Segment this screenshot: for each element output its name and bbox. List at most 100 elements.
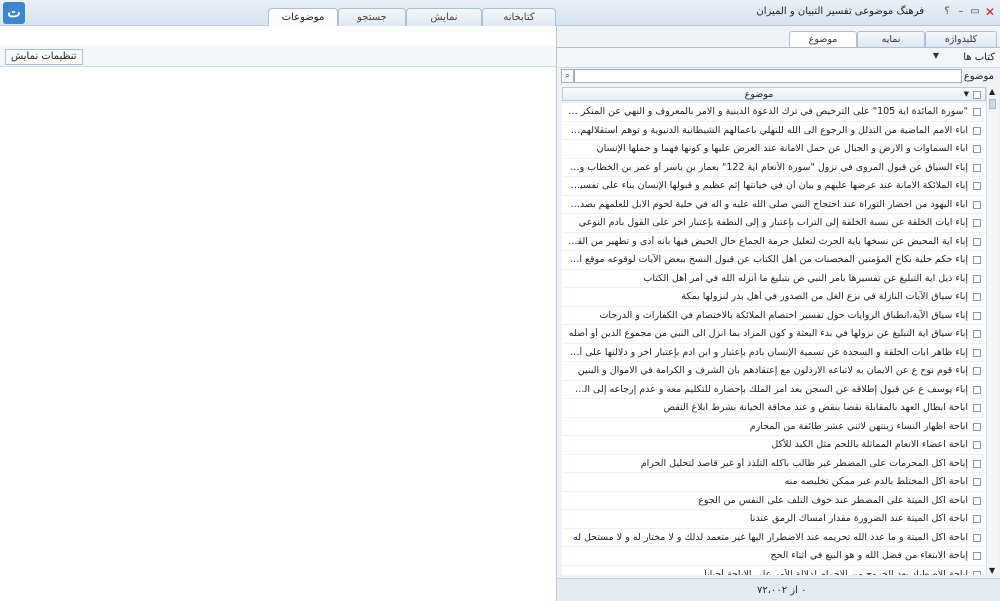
topic-row[interactable]: إباء حكم حلية نكاح المؤمنين المحصنات من … [562,251,986,270]
topic-label: اباحة اظهار النساء زينتهن لاثني عشر طائف… [749,420,968,432]
topic-checkbox[interactable] [973,552,981,560]
topic-row[interactable]: اباحة اكل الميتة و ما عدد الله تحريمه عن… [562,529,986,547]
topic-label: إباء سياق آية التبليغ عن نزولها في بدء ا… [568,328,968,339]
topic-checkbox[interactable] [973,515,981,523]
topic-row[interactable]: إباء السياق عن قبول المروى في نزول "سورة… [562,159,986,177]
app-logo-icon: ت [3,2,25,24]
topic-checkbox[interactable] [973,256,981,264]
topic-row[interactable]: إباء يوسف ع عن قبول إطلاقه عن السجن بعد … [562,381,986,399]
topic-label: إباحة اكل المحرمات على المضطر غير طالب ب… [640,457,968,469]
topic-label: اباحة اكل الميتة على المضطر عند خوف التل… [698,494,968,506]
topic-checkbox[interactable] [973,404,981,412]
sort-arrow-icon[interactable]: ▼ [964,90,969,98]
topic-checkbox[interactable] [973,385,981,394]
topic-checkbox[interactable] [973,293,981,301]
topic-label: اباحة اعضاء الانعام المماثلة باللحم مثل … [771,439,968,450]
list-scrollbar[interactable]: ▲ ▼ [986,87,998,575]
tab-topics[interactable]: موضوعات [268,8,338,28]
topic-label: اباحة اكل الميتة عند الضرورة مقدار امساك… [749,513,968,524]
topic-checkbox[interactable] [973,126,981,135]
topic-row[interactable]: إباحة اكل المحرمات على المضطر غير طالب ب… [562,455,986,473]
status-bar: ۰ از ۷۲،۰۰۲ [557,578,1000,601]
search-icon[interactable]: ⌕ [561,69,574,83]
tab-library[interactable]: کتابخانه [482,8,556,27]
topic-label: إباء الملائكة الامانة عند عرضها عليهم و … [568,180,968,191]
topic-checkbox[interactable] [973,570,981,575]
topic-row[interactable]: اباحة اكل المختلط بالدم غير ممكن تخليصه … [562,473,986,492]
select-all-checkbox[interactable] [973,91,981,99]
help-button[interactable]: ؟ [940,4,954,20]
title-bar: ت موضوعات جستجو نمایش کتابخانه فرهنگ موض… [0,0,1000,28]
close-button[interactable]: ✕ [983,4,997,20]
topic-label: إباء ظاهر آيات الخلقة و السجدة عن تسمية … [568,346,968,358]
topic-label: اباء اليهود من احضار التوراة عند احتجاج … [568,198,968,210]
topic-row[interactable]: إباء قوم نوح ع عن الايمان به لاتباعه الا… [562,362,986,381]
topic-row[interactable]: اباحة الاصطياد بعد الخروج من الاحرام لدل… [562,566,986,575]
display-settings-button[interactable]: تنظیمات نمایش [5,49,83,65]
content-toolbar [0,46,556,67]
topic-row[interactable]: إباء سياق آية التبليغ عن نزولها في بدء ا… [562,325,986,344]
topic-checkbox[interactable] [973,422,981,431]
topic-search-input[interactable] [574,69,962,83]
topic-row[interactable]: اباء الامم الماضية من التذلل و الرجوع ال… [562,122,986,140]
topic-label: إباء آية المحيض عن نسخها بآية الحرث لتعل… [568,235,968,247]
topic-row[interactable]: اباحة اظهار النساء زينتهن لاثني عشر طائف… [562,418,986,436]
topic-row[interactable]: إباء سياق الآيات النازلة في نزع الغل من … [562,288,986,307]
topic-checkbox[interactable] [973,274,981,283]
topic-label: اباحة اكل الميتة و ما عدد الله تحريمه عن… [572,531,968,543]
topic-checkbox[interactable] [973,330,981,338]
topic-checkbox[interactable] [973,348,981,357]
tab-display[interactable]: نمایش [406,8,482,27]
topic-row[interactable]: إباحة الابتغاء من فضل الله و هو البيع في… [562,547,986,566]
topic-label: إباء السياق عن قبول المروى في نزول "سورة… [568,161,968,173]
topic-row[interactable]: اباحة اكل الميتة عند الضرورة مقدار امساك… [562,510,986,529]
restore-button[interactable]: ▭ [968,4,982,20]
topic-checkbox[interactable] [973,367,981,375]
scroll-down-icon[interactable]: ▼ [989,566,995,575]
topic-checkbox[interactable] [973,163,981,172]
topic-checkbox[interactable] [973,200,981,209]
topic-row[interactable]: اباحة ابطال العهد بالمقابلة نقضا بنقض و … [562,399,986,418]
topic-checkbox[interactable] [973,459,981,468]
tab-search[interactable]: جستجو [338,8,406,27]
subtab-keyword[interactable]: کلیدواژه [925,31,997,47]
topic-checkbox[interactable] [973,533,981,542]
subtab-topic[interactable]: موضوع [789,31,857,48]
topic-row[interactable]: اباء السماوات و الارض و الجبال عن حمل ال… [562,140,986,159]
topic-label: اباء الامم الماضية من التذلل و الرجوع ال… [568,124,968,136]
topic-checkbox[interactable] [973,441,981,449]
topic-row[interactable]: اباء اليهود من احضار التوراة عند احتجاج … [562,196,986,214]
topic-label: اباحة اكل المختلط بالدم غير ممكن تخليصه … [784,476,968,487]
subtab-index[interactable]: نمایه [857,31,925,47]
topic-row[interactable]: اباحة اكل الميتة على المضطر عند خوف التل… [562,492,986,510]
topic-label: اباحة ابطال العهد بالمقابلة نقضا بنقض و … [663,402,968,413]
topic-checkbox[interactable] [973,237,981,246]
app-title: فرهنگ موضوعی تفسیر التبیان و المیزان [756,6,924,17]
minimize-button[interactable]: – [954,4,968,20]
topic-row[interactable]: إباء سياق الآية،انطباق الروايات حول تفسي… [562,307,986,325]
topic-label: إباء قوم نوح ع عن الايمان به لاتباعه الا… [577,365,968,376]
topic-row[interactable]: "سورة المائدة آية 105" علی الترخيص في تر… [562,103,986,122]
topic-label: إباء آيات الخلقة عن نسبة الخلقة إلى التر… [578,217,968,228]
topic-checkbox[interactable] [973,496,981,505]
scroll-up-icon[interactable]: ▲ [989,87,995,96]
topic-row[interactable]: اباحة اعضاء الانعام المماثلة باللحم مثل … [562,436,986,455]
result-count: ۰ از ۷۲،۰۰۲ [757,585,807,596]
topic-label: اباء السماوات و الارض و الجبال عن حمل ال… [596,143,968,154]
topic-row[interactable]: إباء آية المحيض عن نسخها بآية الحرث لتعل… [562,233,986,251]
topic-row[interactable]: إباء ذيل آية التبليغ عن تفسيرها بأمر الن… [562,270,986,288]
topic-checkbox[interactable] [973,311,981,320]
scroll-thumb[interactable] [989,99,996,109]
topic-checkbox[interactable] [973,108,981,116]
topic-row[interactable]: إباء ظاهر آيات الخلقة و السجدة عن تسمية … [562,344,986,362]
topic-label: إباء ذيل آية التبليغ عن تفسيرها بأمر الن… [643,272,968,284]
topic-row[interactable]: إباء الملائكة الامانة عند عرضها عليهم و … [562,177,986,196]
topics-pane: کلیدواژه نمایه موضوع کتاب ها ▼ موضوع ⌕ م… [556,26,1000,601]
topic-checkbox[interactable] [973,478,981,486]
topic-row[interactable]: إباء آيات الخلقة عن نسبة الخلقة إلى التر… [562,214,986,233]
topic-checkbox[interactable] [973,182,981,190]
topic-checkbox[interactable] [973,219,981,227]
topic-checkbox[interactable] [973,145,981,153]
topic-label: إباء سياق الآيات النازلة في نزع الغل من … [681,291,968,302]
books-dropdown[interactable]: کتاب ها ▼ [557,48,1000,68]
